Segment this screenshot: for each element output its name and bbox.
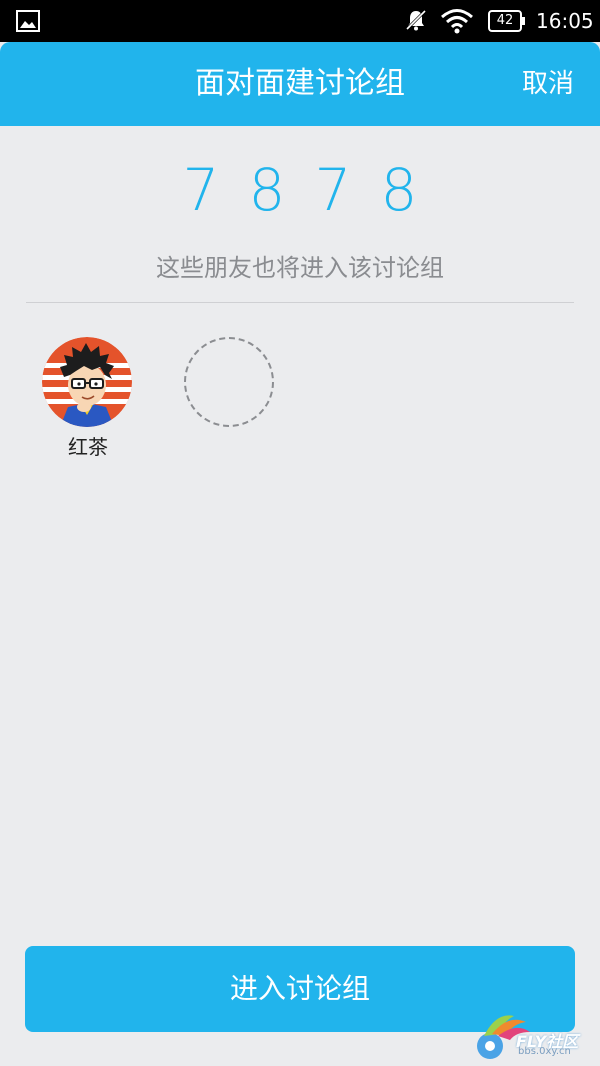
battery-level: 42 — [496, 13, 514, 28]
status-bar: 42 16:05 — [0, 0, 600, 42]
group-code: 7 8 7 8 — [0, 150, 600, 230]
page-title: 面对面建讨论组 — [195, 66, 405, 101]
wifi-icon — [441, 9, 473, 34]
member-item[interactable]: 红茶 — [42, 337, 134, 461]
code-digit: 8 — [248, 156, 286, 224]
watermark-subtitle: bbs.0xy.cn — [518, 1046, 571, 1057]
notification-muted-icon — [405, 9, 427, 31]
divider — [26, 302, 574, 303]
code-digit: 7 — [314, 156, 352, 224]
title-bar: 面对面建讨论组 取消 — [0, 42, 600, 126]
clock: 16:05 — [536, 9, 594, 33]
image-icon — [16, 10, 40, 32]
add-member-slot — [184, 337, 274, 427]
member-name: 红茶 — [68, 435, 108, 459]
code-digit: 7 — [182, 156, 220, 224]
cancel-button[interactable]: 取消 — [522, 42, 574, 126]
avatar — [42, 337, 132, 427]
hint-text: 这些朋友也将进入该讨论组 — [156, 254, 444, 282]
code-digit: 8 — [380, 156, 418, 224]
